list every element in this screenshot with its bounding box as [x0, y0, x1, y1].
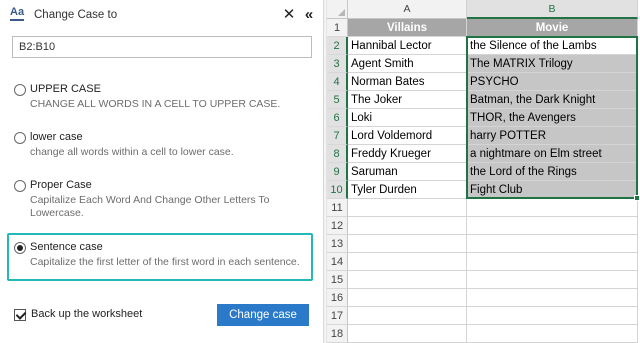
select-all-corner[interactable] — [327, 0, 348, 19]
row-header[interactable]: 18 — [327, 325, 348, 343]
empty-cell[interactable] — [467, 307, 638, 325]
row-header[interactable]: 9 — [327, 163, 348, 181]
backup-label: Back up the worksheet — [31, 308, 143, 320]
change-case-icon: Aa — [10, 7, 26, 24]
pane-header: Aa Change Case to ✕ « — [0, 0, 323, 32]
row-header[interactable]: 16 — [327, 289, 348, 307]
movie-cell[interactable]: the Lord of the Rings — [467, 163, 638, 181]
villain-cell[interactable]: The Joker — [348, 91, 467, 109]
villain-cell[interactable]: Freddy Krueger — [348, 145, 467, 163]
row-header[interactable]: 17 — [327, 307, 348, 325]
row-header[interactable]: 5 — [327, 91, 348, 109]
empty-cell[interactable] — [467, 325, 638, 343]
empty-cell[interactable] — [467, 289, 638, 307]
villain-cell[interactable]: Norman Bates — [348, 73, 467, 91]
close-icon[interactable]: ✕ — [282, 6, 296, 24]
empty-cell[interactable] — [348, 253, 467, 271]
row-header[interactable]: 6 — [327, 109, 348, 127]
villain-cell[interactable]: Tyler Durden — [348, 181, 467, 199]
row-header[interactable]: 11 — [327, 199, 348, 217]
row-header[interactable]: 8 — [327, 145, 348, 163]
option-description: change all words within a cell to lower … — [30, 146, 234, 158]
collapse-pane-icon[interactable]: « — [301, 6, 317, 24]
option-label: UPPER CASE — [30, 83, 101, 95]
movie-cell[interactable]: Fight Club — [467, 181, 638, 199]
villain-cell[interactable]: Hannibal Lector — [348, 37, 467, 55]
movie-cell[interactable]: the Silence of the Lambs — [467, 37, 638, 55]
villain-cell[interactable]: Loki — [348, 109, 467, 127]
backup-checkbox[interactable] — [14, 309, 26, 321]
empty-cell[interactable] — [348, 199, 467, 217]
villain-cell[interactable]: Agent Smith — [348, 55, 467, 73]
empty-cell[interactable] — [348, 325, 467, 343]
fill-handle[interactable] — [634, 195, 640, 201]
option-description: Capitalize the first letter of the first… — [30, 256, 300, 268]
upper-case-radio[interactable] — [14, 84, 26, 96]
empty-cell[interactable] — [348, 235, 467, 253]
empty-cell[interactable] — [348, 271, 467, 289]
sentence-case-radio[interactable] — [14, 242, 26, 254]
movie-cell[interactable]: THOR, the Avengers — [467, 109, 638, 127]
movie-cell[interactable]: PSYCHO — [467, 73, 638, 91]
empty-cell[interactable] — [467, 199, 638, 217]
empty-cell[interactable] — [348, 307, 467, 325]
header-cell-villains[interactable]: Villains — [348, 19, 467, 37]
option-label: Proper Case — [30, 179, 92, 191]
empty-cell[interactable] — [467, 235, 638, 253]
header-cell-movie[interactable]: Movie — [467, 19, 638, 37]
column-header-a[interactable]: A — [348, 0, 467, 19]
villain-cell[interactable]: Saruman — [348, 163, 467, 181]
row-header[interactable]: 14 — [327, 253, 348, 271]
row-header[interactable]: 10 — [327, 181, 348, 199]
option-label: lower case — [30, 131, 83, 143]
row-header[interactable]: 4 — [327, 73, 348, 91]
lower-case-radio[interactable] — [14, 132, 26, 144]
movie-cell[interactable]: The MATRIX Trilogy — [467, 55, 638, 73]
row-header[interactable]: 15 — [327, 271, 348, 289]
movie-cell[interactable]: harry POTTER — [467, 127, 638, 145]
empty-cell[interactable] — [348, 289, 467, 307]
change-case-button[interactable]: Change case — [217, 304, 309, 326]
empty-cell[interactable] — [348, 217, 467, 235]
row-header[interactable]: 13 — [327, 235, 348, 253]
villain-cell[interactable]: Lord Voldemord — [348, 127, 467, 145]
column-header-b[interactable]: B — [467, 0, 638, 19]
movie-cell[interactable]: a nightmare on Elm street — [467, 145, 638, 163]
spreadsheet: A B 1 Villains Movie 2 Hannibal Lector the Si… — [327, 0, 640, 343]
range-input[interactable] — [12, 36, 312, 58]
option-description: CHANGE ALL WORDS IN A CELL TO UPPER CASE… — [30, 98, 281, 110]
row-header[interactable]: 3 — [327, 55, 348, 73]
proper-case-radio[interactable] — [14, 180, 26, 192]
row-header[interactable]: 7 — [327, 127, 348, 145]
empty-cell[interactable] — [467, 253, 638, 271]
row-header[interactable]: 1 — [327, 19, 348, 37]
option-description: Capitalize Each Word And Change Other Le… — [30, 194, 270, 219]
row-header[interactable]: 12 — [327, 217, 348, 235]
row-header[interactable]: 2 — [327, 37, 348, 55]
empty-cell[interactable] — [467, 217, 638, 235]
change-case-pane: Aa Change Case to ✕ « UPPER CASE CHANGE … — [0, 0, 323, 343]
pane-title: Change Case to — [34, 9, 118, 21]
option-label: Sentence case — [30, 241, 103, 253]
movie-cell[interactable]: Batman, the Dark Knight — [467, 91, 638, 109]
empty-cell[interactable] — [467, 271, 638, 289]
